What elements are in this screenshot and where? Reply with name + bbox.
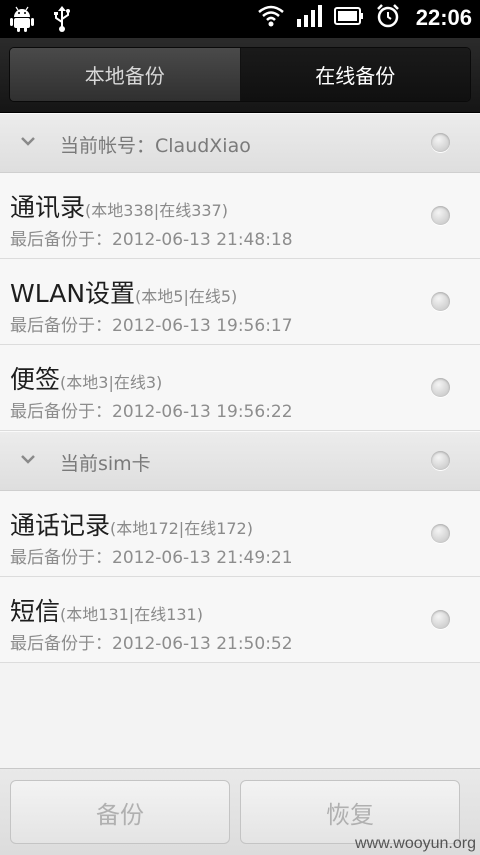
section-header-account[interactable]: 当前帐号：ClaudXiao [0,113,480,173]
item-last-backup: 最后备份于：2012-06-13 21:50:52 [10,634,293,654]
status-time: 22:06 [415,5,472,30]
segmented-tabs: 本地备份 在线备份 [10,48,470,101]
item-last-backup: 最后备份于：2012-06-13 19:56:22 [10,402,293,422]
item-name: 便签 [10,365,61,394]
item-counts: (本地172|在线172) [110,519,253,538]
watermark: www.wooyun.org [355,835,476,852]
item-radio[interactable] [431,610,450,629]
list-item-contacts[interactable]: 通讯录(本地338|在线337) 最后备份于：2012-06-13 21:48:… [0,173,480,259]
item-last-backup: 最后备份于：2012-06-13 19:56:17 [10,316,293,336]
item-counts: (本地5|在线5) [135,287,238,306]
select-all-radio[interactable] [431,133,450,152]
item-name: 通讯录 [10,193,86,222]
backup-button[interactable]: 备份 [10,780,230,844]
list-item-wlan[interactable]: WLAN设置(本地5|在线5) 最后备份于：2012-06-13 19:56:1… [0,259,480,345]
item-counts: (本地3|在线3) [60,373,163,392]
tab-bar: 本地备份 在线备份 [0,38,480,113]
select-all-radio[interactable] [431,451,450,470]
chevron-down-icon [21,137,35,146]
item-name: 短信 [10,597,61,626]
tab-online-backup[interactable]: 在线备份 [240,48,470,101]
section-title: 当前sim卡 [60,453,151,475]
alarm-clock-icon [376,4,400,32]
android-icon [10,6,34,36]
battery-icon [333,7,364,29]
wifi-icon [257,5,284,31]
item-last-backup: 最后备份于：2012-06-13 21:48:18 [10,230,293,250]
tab-local-backup[interactable]: 本地备份 [10,48,241,101]
list-item-call-log[interactable]: 通话记录(本地172|在线172) 最后备份于：2012-06-13 21:49… [0,491,480,577]
status-bar: 22:06 [0,0,480,38]
item-radio[interactable] [431,292,450,311]
item-counts: (本地131|在线131) [60,605,203,624]
item-name: WLAN设置 [10,279,136,308]
section-header-sim[interactable]: 当前sim卡 [0,431,480,491]
bottom-action-bar: 备份 恢复 www.wooyun.org [0,768,480,855]
backup-list: 当前帐号：ClaudXiao 通讯录(本地338|在线337) 最后备份于：20… [0,113,480,663]
section-title: 当前帐号：ClaudXiao [60,135,251,157]
list-item-sms[interactable]: 短信(本地131|在线131) 最后备份于：2012-06-13 21:50:5… [0,577,480,663]
item-radio[interactable] [431,206,450,225]
usb-icon [52,6,72,36]
list-item-notes[interactable]: 便签(本地3|在线3) 最后备份于：2012-06-13 19:56:22 [0,345,480,431]
item-radio[interactable] [431,378,450,397]
chevron-down-icon [21,455,35,464]
signal-icon [296,5,322,31]
item-radio[interactable] [431,524,450,543]
item-last-backup: 最后备份于：2012-06-13 21:49:21 [10,548,293,568]
item-name: 通话记录 [10,511,111,540]
item-counts: (本地338|在线337) [85,201,228,220]
